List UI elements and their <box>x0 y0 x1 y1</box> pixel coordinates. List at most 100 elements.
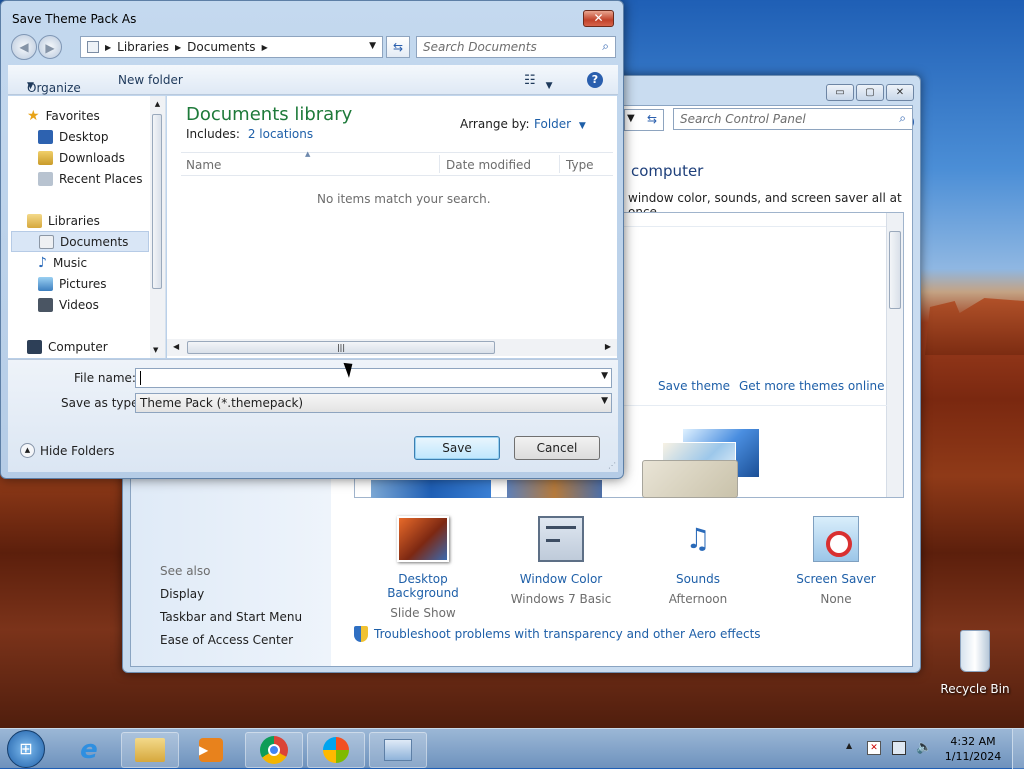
column-name-header[interactable]: Name <box>186 158 221 172</box>
refresh-button[interactable]: ⇆ <box>386 36 410 58</box>
nav-downloads[interactable]: Downloads <box>38 147 188 168</box>
scroll-down-arrow-icon[interactable]: ▼ <box>153 346 158 354</box>
search-documents-input[interactable]: Search Documents ⌕ <box>416 36 616 58</box>
breadcrumb-documents[interactable]: Documents <box>187 40 255 54</box>
chevron-down-icon[interactable]: ▼ <box>601 371 608 381</box>
nav-scrollbar[interactable]: ▲ ▼ <box>150 96 165 358</box>
theme-thumbnail[interactable] <box>507 480 602 498</box>
see-also-taskbar-link[interactable]: Taskbar and Start Menu <box>160 610 302 624</box>
recycle-bin[interactable]: Recycle Bin <box>940 630 1010 696</box>
close-button[interactable]: ✕ <box>886 84 914 101</box>
breadcrumb-libraries[interactable]: Libraries <box>117 40 169 54</box>
taskbar-chrome[interactable] <box>245 732 303 768</box>
minimize-button[interactable]: ▭ <box>826 84 854 101</box>
save-as-type-select[interactable]: Theme Pack (*.themepack) ▼ <box>135 393 612 413</box>
desktop-background-setting[interactable]: Desktop Background Slide Show <box>368 516 478 620</box>
nav-pictures[interactable]: Pictures <box>38 273 188 294</box>
desktop-background-title[interactable]: Desktop Background <box>368 572 478 600</box>
nav-documents[interactable]: Documents <box>11 231 149 252</box>
hide-folders-button[interactable]: ▲ Hide Folders <box>20 443 115 458</box>
sounds-title[interactable]: Sounds <box>643 572 753 586</box>
see-also-display-link[interactable]: Display <box>160 587 204 601</box>
new-folder-button[interactable]: New folder <box>118 73 183 87</box>
resize-grip-icon[interactable]: ⋰ <box>608 461 616 470</box>
sounds-icon: ♫ <box>685 522 711 555</box>
troubleshoot-link[interactable]: Troubleshoot problems with transparency … <box>374 627 761 641</box>
maximize-button[interactable]: ▢ <box>856 84 884 101</box>
taskbar-ie[interactable]: e <box>60 732 118 768</box>
column-type-header[interactable]: Type <box>566 158 594 172</box>
screen-saver-title[interactable]: Screen Saver <box>781 572 891 586</box>
nav-desktop-label: Desktop <box>59 129 109 144</box>
window-color-icon <box>538 516 584 562</box>
horizontal-scrollbar[interactable]: ◀ ||| ▶ <box>167 339 617 356</box>
horizontal-scroll-thumb[interactable]: ||| <box>187 341 495 354</box>
troubleshoot-row[interactable]: Troubleshoot problems with transparency … <box>354 626 761 642</box>
screen-saver-setting[interactable]: Screen Saver None <box>781 516 891 606</box>
nav-pictures-label: Pictures <box>59 276 107 291</box>
nav-scroll-thumb[interactable] <box>152 114 162 289</box>
column-date-modified-header[interactable]: Date modified <box>446 158 531 172</box>
dialog-title: Save Theme Pack As <box>12 12 137 26</box>
screen-saver-icon <box>813 516 859 562</box>
save-as-type-label: Save as type: <box>61 396 143 410</box>
view-options-button[interactable]: ☷ ▼ <box>524 73 553 91</box>
volume-icon[interactable]: 🔈 <box>916 740 932 755</box>
search-icon[interactable]: ⌕ <box>899 111 906 126</box>
nav-libraries-label: Libraries <box>48 213 100 228</box>
themes-scroll-thumb[interactable] <box>889 231 901 309</box>
control-panel-address-tail[interactable]: ▼ ⇆ <box>624 109 664 131</box>
nav-desktop[interactable]: Desktop <box>38 126 188 147</box>
dialog-toolbar: Organize ▼ New folder ☷ ▼ ? <box>8 65 618 95</box>
address-bar[interactable]: ▶ Libraries ▶ Documents ▶ ▼ <box>80 36 383 58</box>
sounds-setting[interactable]: ♫ Sounds Afternoon <box>643 516 753 606</box>
chevron-down-icon: ▼ <box>27 81 34 91</box>
start-button[interactable]: ⊞ <box>7 730 45 768</box>
nav-recent-places-label: Recent Places <box>59 171 143 186</box>
show-desktop-button[interactable] <box>1012 729 1024 769</box>
taskbar-media-player[interactable]: ▶ <box>182 732 240 768</box>
taskbar-control-panel[interactable] <box>369 732 427 768</box>
show-hidden-icons-button[interactable]: ▲ <box>846 741 852 750</box>
scroll-right-arrow-icon[interactable]: ▶ <box>605 342 611 351</box>
window-color-title[interactable]: Window Color <box>506 572 616 586</box>
get-more-themes-link[interactable]: Get more themes online <box>739 379 885 393</box>
action-center-icon[interactable]: ✕ <box>867 741 881 755</box>
scroll-up-arrow-icon[interactable]: ▲ <box>150 100 165 108</box>
clock[interactable]: 4:32 AM 1/11/2024 <box>940 734 1006 764</box>
control-panel-search-input[interactable]: Search Control Panel ⌕ <box>673 108 913 130</box>
chrome-icon <box>260 736 288 764</box>
clock-date: 1/11/2024 <box>944 750 1002 763</box>
includes-locations-link[interactable]: 2 locations <box>248 127 313 141</box>
cancel-button[interactable]: Cancel <box>514 436 600 460</box>
nav-favorites-label: Favorites <box>45 108 100 123</box>
taskbar-windows-update[interactable] <box>307 732 365 768</box>
sort-ascending-icon: ▲ <box>305 150 311 158</box>
file-name-input[interactable]: ▼ <box>135 368 612 388</box>
themes-scrollbar[interactable] <box>886 213 903 497</box>
refresh-icon: ⇆ <box>392 40 404 54</box>
save-theme-link[interactable]: Save theme <box>658 379 730 393</box>
address-dropdown-icon[interactable]: ▼ <box>627 113 635 124</box>
taskbar-explorer[interactable] <box>121 732 179 768</box>
arrange-by-label: Arrange by: <box>460 117 530 131</box>
address-dropdown-icon[interactable]: ▼ <box>369 41 376 51</box>
network-icon[interactable] <box>892 741 906 755</box>
refresh-icon[interactable]: ⇆ <box>647 112 657 126</box>
save-button[interactable]: Save <box>414 436 500 460</box>
theme-thumbnail-stack[interactable] <box>642 428 762 498</box>
help-icon[interactable]: ? <box>587 72 603 88</box>
back-button[interactable]: ◀ <box>11 34 37 60</box>
see-also-ease-link[interactable]: Ease of Access Center <box>160 633 293 647</box>
arrange-by-dropdown[interactable]: Folder ▼ <box>534 117 586 131</box>
search-icon[interactable]: ⌕ <box>602 39 609 54</box>
scroll-left-arrow-icon[interactable]: ◀ <box>173 342 179 351</box>
nav-videos[interactable]: Videos <box>38 294 188 315</box>
nav-recent-places[interactable]: Recent Places <box>38 168 188 189</box>
star-icon: ★ <box>27 107 40 124</box>
dialog-close-button[interactable]: ✕ <box>583 10 614 27</box>
forward-button[interactable]: ▶ <box>38 35 62 59</box>
nav-music[interactable]: ♪ Music <box>38 252 188 273</box>
window-color-setting[interactable]: Window Color Windows 7 Basic <box>506 516 616 606</box>
theme-thumbnail[interactable] <box>371 480 491 498</box>
